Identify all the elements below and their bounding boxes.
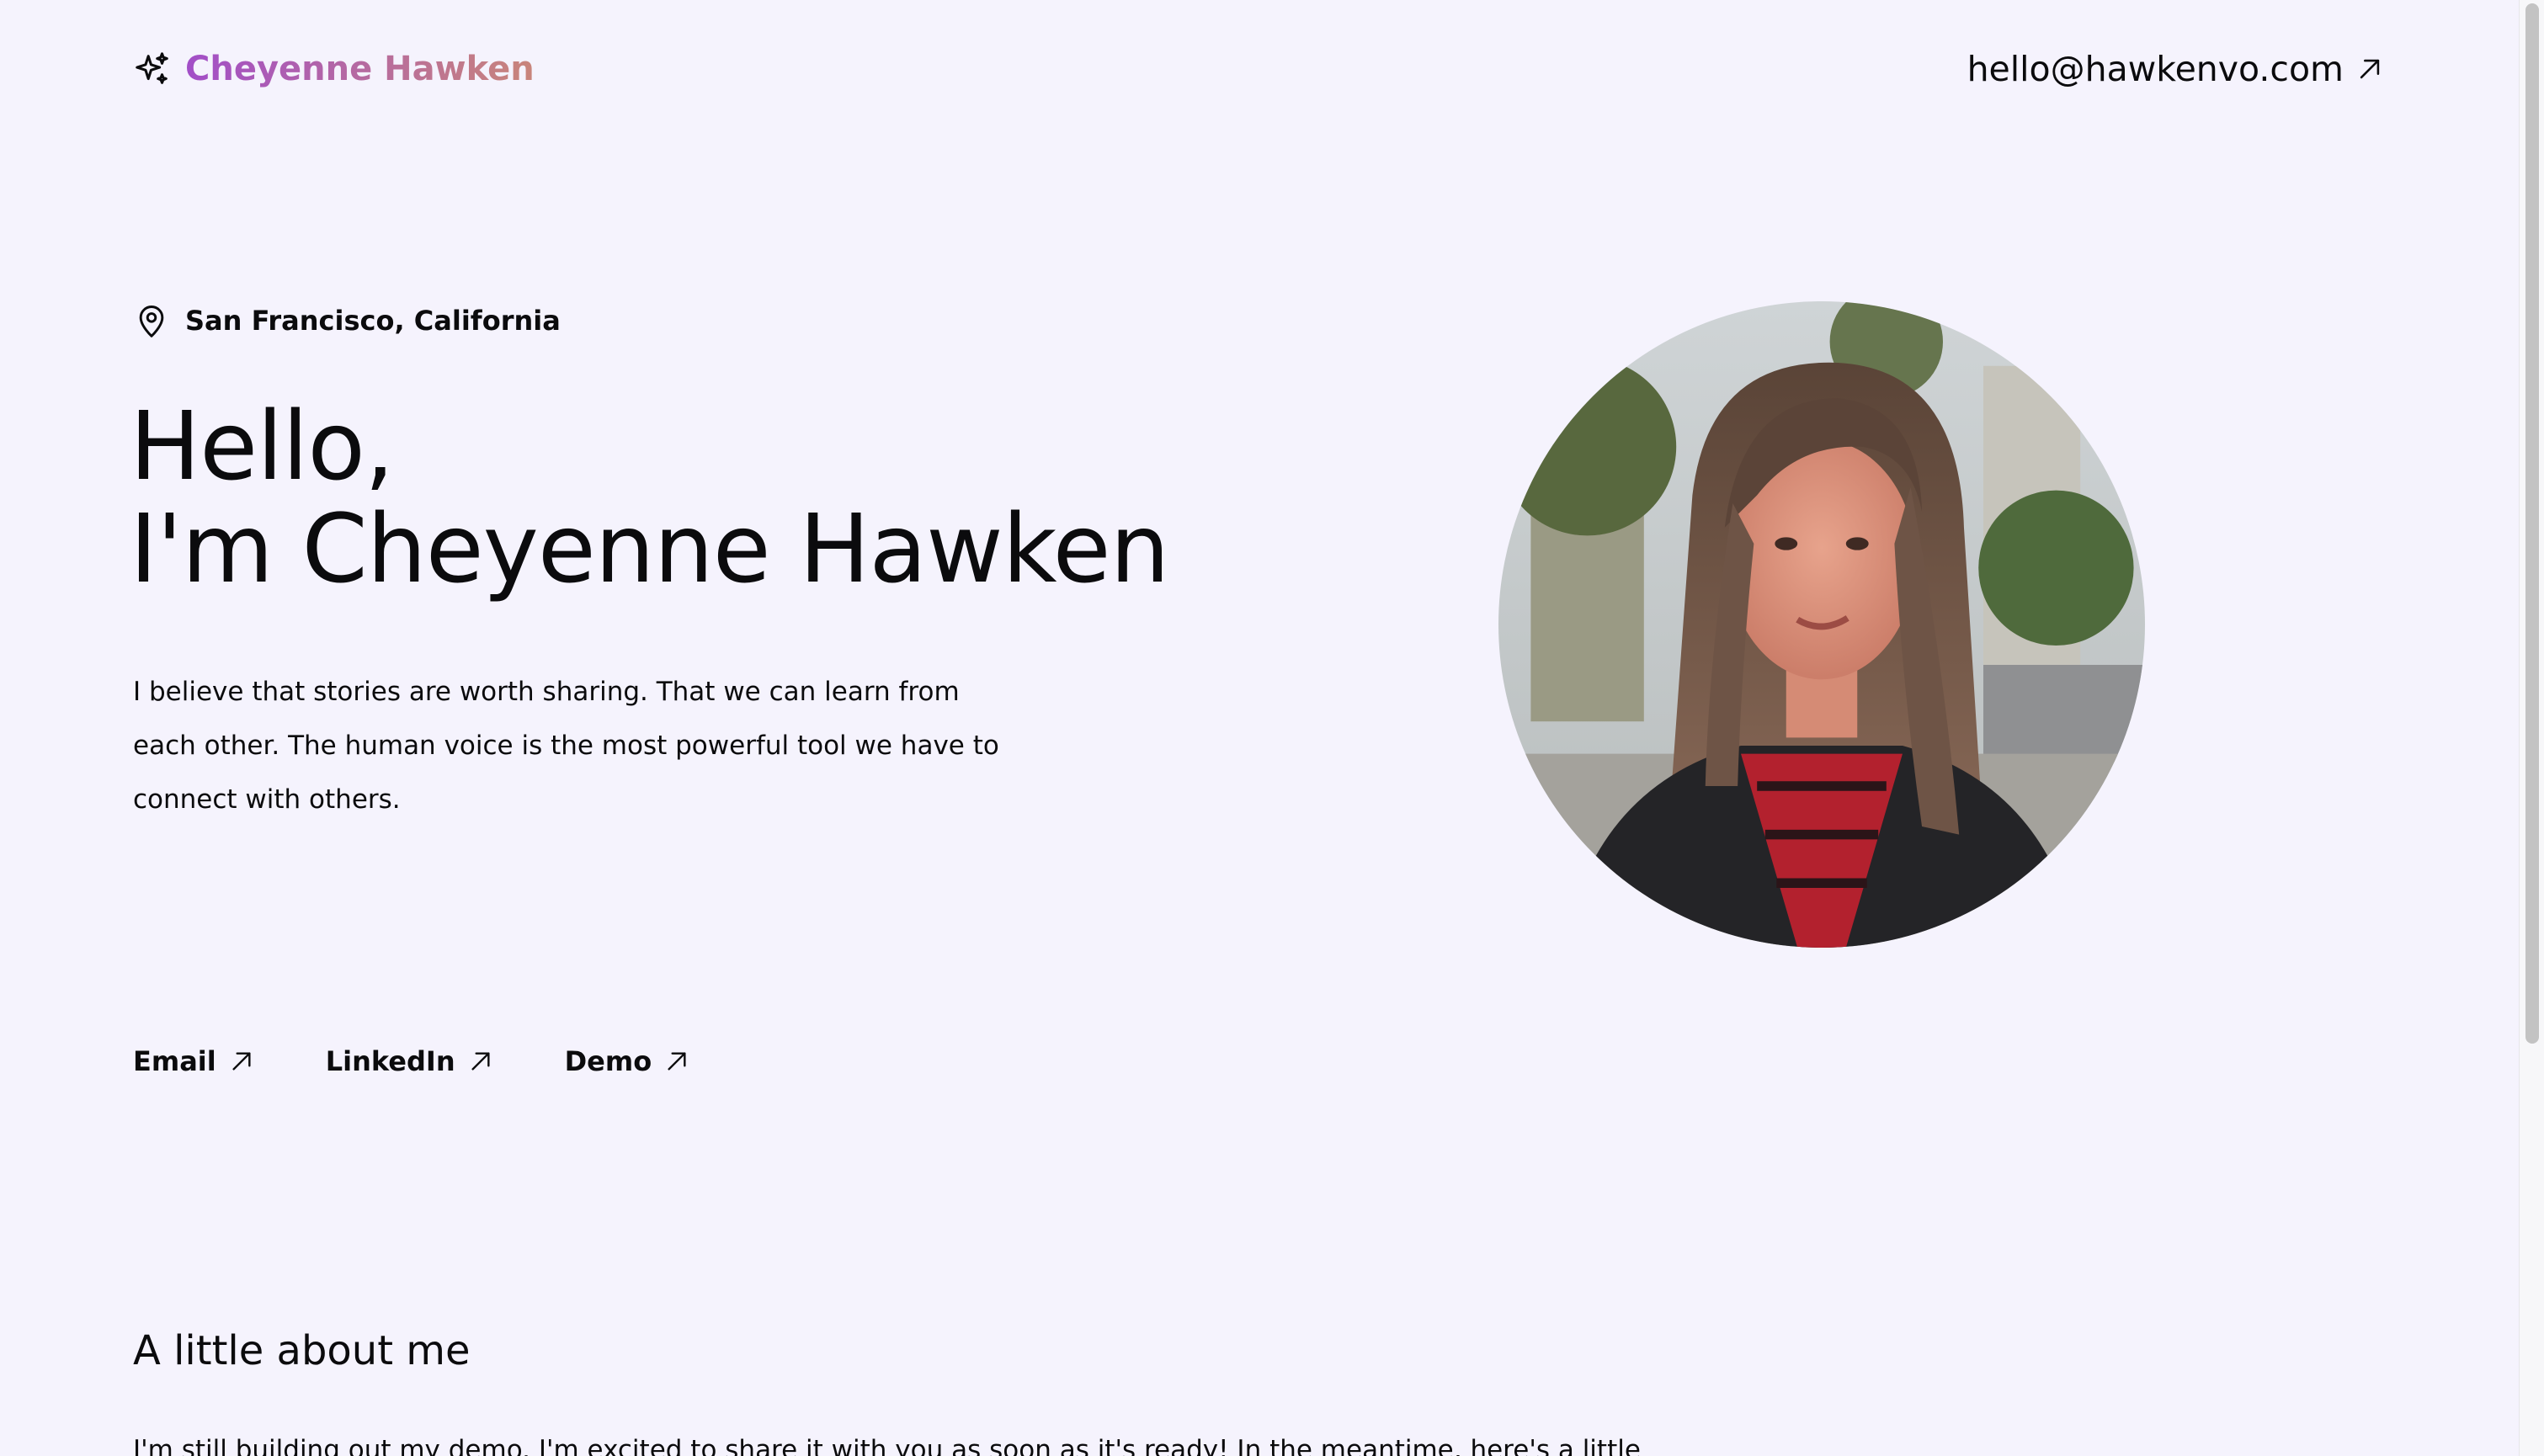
- arrow-up-right-icon: [2360, 59, 2380, 79]
- demo-link[interactable]: Demo: [565, 1042, 691, 1081]
- brand-name: Cheyenne Hawken: [185, 47, 535, 91]
- email-link[interactable]: Email: [133, 1042, 255, 1081]
- map-pin-icon: [139, 306, 164, 337]
- hero-heading: Hello, I'm Cheyenne Hawken: [130, 396, 1169, 601]
- arrow-up-right-icon: [232, 1052, 251, 1071]
- scrollbar-thumb[interactable]: [2525, 3, 2539, 1044]
- page: Cheyenne Hawken hello@hawkenvo.com San F…: [0, 0, 2544, 1456]
- linkedin-link[interactable]: LinkedIn: [326, 1042, 494, 1081]
- hero-heading-line1: Hello,: [130, 392, 394, 502]
- hero-heading-line2: I'm Cheyenne Hawken: [130, 495, 1169, 604]
- about-section-title: A little about me: [133, 1327, 471, 1374]
- sparkles-icon: [136, 52, 168, 84]
- arrow-up-right-icon: [471, 1052, 490, 1071]
- contact-email-link[interactable]: hello@hawkenvo.com: [1967, 45, 2384, 93]
- contact-email-text: hello@hawkenvo.com: [1967, 49, 2344, 89]
- about-paragraph: I'm still building out my demo. I'm exci…: [133, 1435, 1648, 1456]
- social-links: Email LinkedIn Demo: [133, 1042, 690, 1081]
- linkedin-link-label: LinkedIn: [325, 1045, 455, 1077]
- intro-paragraph: I believe that stories are worth sharing…: [133, 677, 999, 815]
- scrollbar[interactable]: [2519, 0, 2544, 1456]
- brand-logo-link[interactable]: Cheyenne Hawken: [133, 47, 535, 91]
- arrow-up-right-icon: [668, 1052, 686, 1071]
- demo-link-label: Demo: [564, 1045, 652, 1077]
- location: San Francisco, California: [133, 301, 561, 340]
- email-link-label: Email: [133, 1045, 216, 1077]
- location-text: San Francisco, California: [185, 305, 561, 337]
- portrait-photo: [1498, 301, 2145, 948]
